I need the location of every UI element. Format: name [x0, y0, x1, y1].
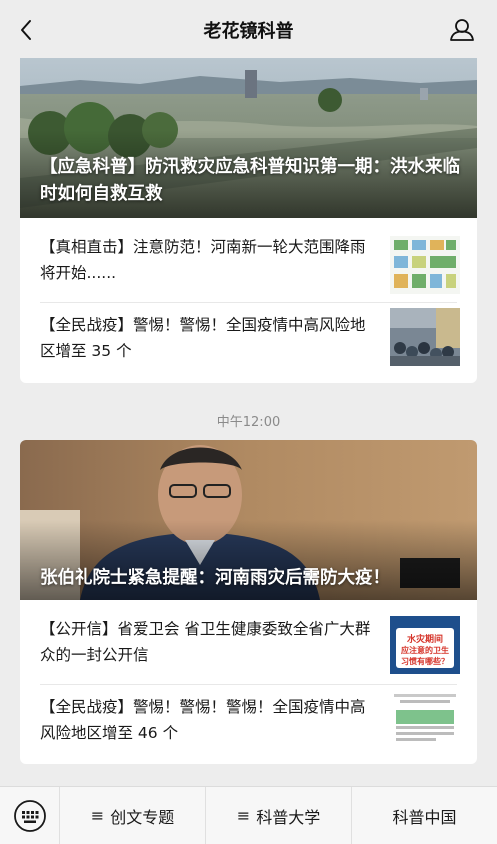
menu-list-icon: ≡ — [236, 806, 251, 825]
article-thumbnail — [390, 690, 460, 748]
menu-button-label: 科普大学 — [256, 807, 321, 827]
menu-button-kepu-university[interactable]: ≡ 科普大学 — [205, 786, 351, 844]
message-timestamp: 中午12:00 — [216, 415, 281, 430]
thumbnail-text: 水灾期间 — [407, 633, 443, 645]
article-title: 【全民战疫】警惕！警惕！警惕！全国疫情中高风险地区增至 46 个 — [40, 698, 366, 742]
menu-button-label: 科普中国 — [392, 807, 457, 827]
user-icon — [450, 19, 474, 41]
article-thumbnail: 水灾期间 应注意的卫生 习惯有哪些？ — [390, 616, 460, 674]
article-title: 【真相直击】注意防范！河南新一轮大范围降雨将开始...... — [40, 238, 366, 282]
headline-title: 张伯礼院士紧急提醒：河南雨灾后需防大疫！ — [40, 568, 390, 588]
headline-title: 【应急科普】防汛救灾应急科普知识第一期：洪水来临时如何自救互救 — [40, 157, 460, 204]
article-thumbnail — [390, 308, 460, 366]
page-title: 老花镜科普 — [203, 21, 294, 42]
headline-article[interactable]: 【应急科普】防汛救灾应急科普知识第一期：洪水来临时如何自救互救 — [20, 58, 477, 218]
bottom-menu: ≡ 创文专题 ≡ 科普大学 科普中国 — [0, 786, 497, 844]
article-item[interactable]: 【真相直击】注意防范！河南新一轮大范围降雨将开始...... — [40, 224, 460, 304]
menu-button-kepu-china[interactable]: 科普中国 — [351, 786, 497, 844]
top-navigation-bar: 老花镜科普 — [0, 0, 497, 58]
profile-button[interactable] — [447, 16, 477, 44]
article-title: 【公开信】省爱卫会 省卫生健康委致全省广大群众的一封公开信 — [40, 620, 371, 664]
keyboard-icon — [13, 799, 46, 832]
article-thumbnail — [390, 236, 460, 294]
article-item[interactable]: 【全民战疫】警惕！警惕！警惕！全国疫情中高风险地区增至 46 个 — [40, 684, 460, 764]
article-item[interactable]: 【公开信】省爱卫会 省卫生健康委致全省广大群众的一封公开信 水灾期间 应注意的卫… — [40, 606, 460, 686]
menu-button-label: 创文专题 — [110, 807, 175, 827]
keyboard-toggle-button[interactable] — [0, 786, 60, 844]
article-title: 【全民战疫】警惕！警惕！全国疫情中高风险地区增至 35 个 — [40, 316, 366, 360]
menu-list-icon: ≡ — [90, 806, 105, 825]
article-card-2: 张伯礼院士紧急提醒：河南雨灾后需防大疫！ 【公开信】省爱卫会 省卫生健康委致全省… — [20, 440, 477, 764]
headline-article[interactable]: 张伯礼院士紧急提醒：河南雨灾后需防大疫！ — [20, 440, 477, 600]
thumbnail-text: 应注意的卫生 — [401, 645, 449, 655]
article-item[interactable]: 【全民战疫】警惕！警惕！全国疫情中高风险地区增至 35 个 — [40, 302, 460, 382]
menu-button-chuangwen[interactable]: ≡ 创文专题 — [60, 787, 205, 844]
article-card-1: 【应急科普】防汛救灾应急科普知识第一期：洪水来临时如何自救互救 【真相直击】注意… — [20, 58, 477, 383]
thumbnail-text: 习惯有哪些？ — [401, 656, 449, 666]
